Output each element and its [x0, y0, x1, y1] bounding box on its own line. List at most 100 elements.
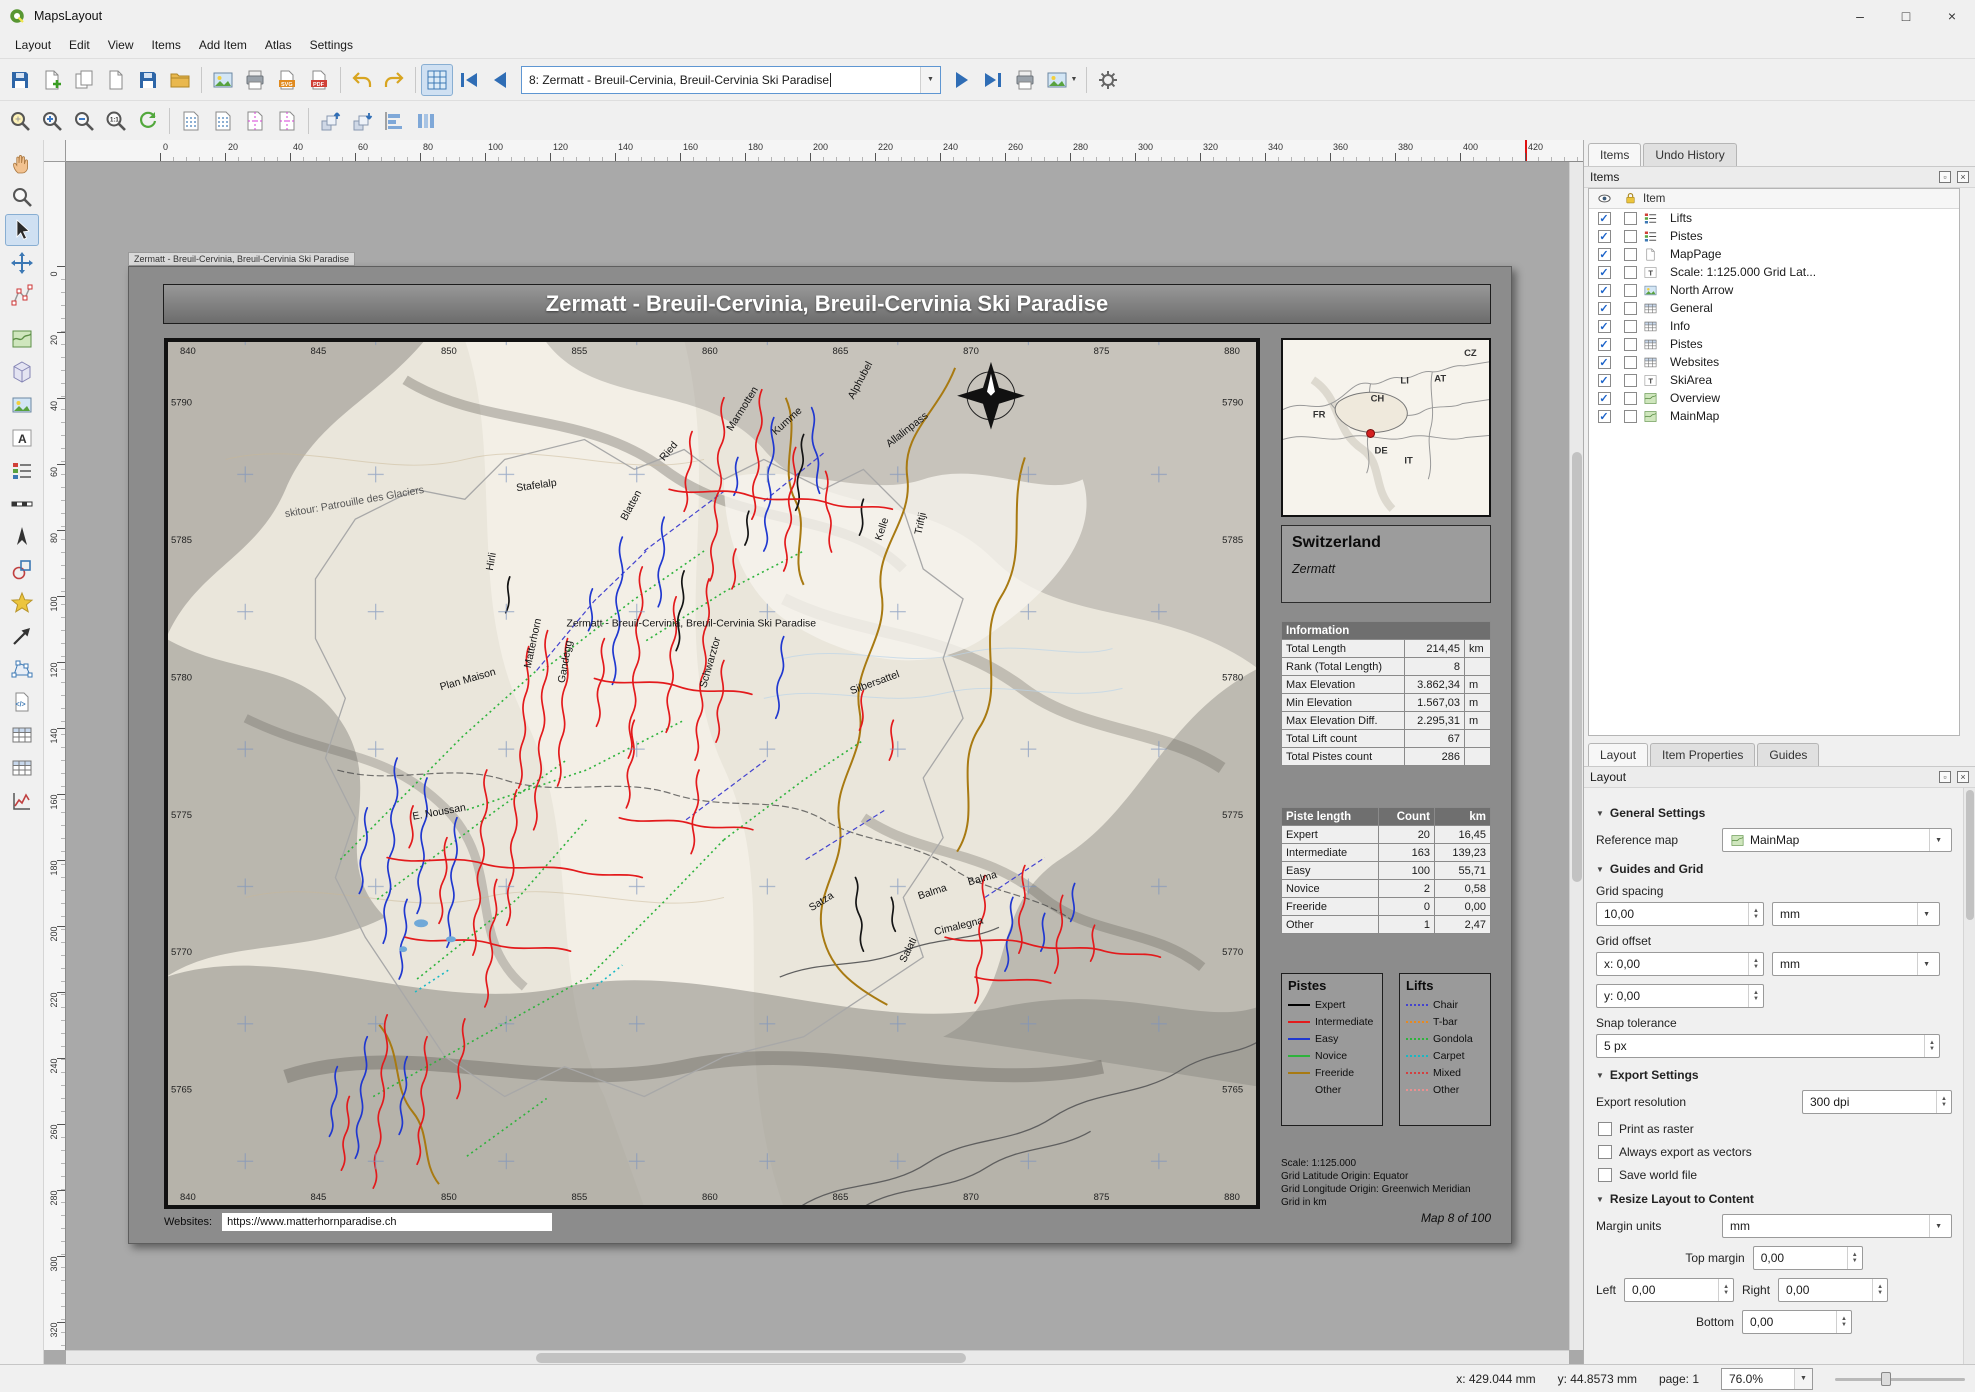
- items-row-mainmap[interactable]: MainMap: [1589, 407, 1959, 425]
- snap-tolerance-input[interactable]: 5 px▲▼: [1596, 1034, 1940, 1058]
- add-items-from-template-button[interactable]: [164, 64, 196, 96]
- pistes-legend-item[interactable]: Pistes Expert Intermediate Easy Novice F…: [1281, 973, 1383, 1126]
- menu-items[interactable]: Items: [143, 34, 190, 56]
- lock-checkbox[interactable]: [1624, 356, 1637, 369]
- lock-checkbox[interactable]: [1624, 374, 1637, 387]
- align-items-button[interactable]: [378, 105, 410, 137]
- overview-map-item[interactable]: CZFRCHLIATITDE: [1281, 338, 1491, 517]
- add-fixed-table-button[interactable]: [5, 752, 39, 784]
- zoom-actual-size-button[interactable]: [100, 105, 132, 137]
- add-node-item-button[interactable]: [5, 653, 39, 685]
- spinner-arrows-icon[interactable]: ▲▼: [1748, 903, 1759, 925]
- combo-dropdown-icon[interactable]: ▼: [1929, 829, 1947, 851]
- visibility-checkbox[interactable]: [1598, 230, 1611, 243]
- grid-spacing-input[interactable]: 10,00▲▼: [1596, 902, 1764, 926]
- visibility-checkbox[interactable]: [1598, 248, 1611, 261]
- atlas-settings-button[interactable]: [1092, 64, 1124, 96]
- lock-checkbox[interactable]: [1624, 392, 1637, 405]
- maximize-button[interactable]: □: [1883, 0, 1929, 32]
- add-attribute-table-button[interactable]: [5, 719, 39, 751]
- zoom-out-button[interactable]: [68, 105, 100, 137]
- general-settings-section[interactable]: ▼General Settings: [1596, 806, 1952, 820]
- zoom-slider[interactable]: [1835, 1368, 1965, 1390]
- layout-panel-scrollbar[interactable]: [1963, 788, 1975, 1364]
- items-row-general[interactable]: General: [1589, 299, 1959, 317]
- add-label-button[interactable]: [5, 422, 39, 454]
- right-margin-input[interactable]: 0,00▲▼: [1778, 1278, 1888, 1302]
- grid-spacing-unit-combo[interactable]: mm▼: [1772, 902, 1940, 926]
- items-row-scale-label[interactable]: Scale: 1:125.000 Grid Lat...: [1589, 263, 1959, 281]
- lock-checkbox[interactable]: [1624, 338, 1637, 351]
- map-title-item[interactable]: Zermatt - Breuil-Cervinia, Breuil-Cervin…: [163, 284, 1491, 324]
- add-scalebar-button[interactable]: [5, 488, 39, 520]
- always-export-vectors-checkbox[interactable]: [1598, 1145, 1612, 1159]
- items-row-lifts[interactable]: Lifts: [1589, 209, 1959, 227]
- layout-page[interactable]: Zermatt - Breuil-Cervinia, Breuil-Cervin…: [128, 266, 1512, 1244]
- spinner-arrows-icon[interactable]: ▲▼: [1718, 1279, 1729, 1301]
- menu-atlas[interactable]: Atlas: [256, 34, 301, 56]
- export-as-image-button[interactable]: [207, 64, 239, 96]
- visibility-checkbox[interactable]: [1598, 302, 1611, 315]
- items-row-pistes-table[interactable]: Pistes: [1589, 335, 1959, 353]
- save-world-file-checkbox[interactable]: [1598, 1168, 1612, 1182]
- close-button[interactable]: ×: [1929, 0, 1975, 32]
- items-row-websites[interactable]: Websites: [1589, 353, 1959, 371]
- add-3d-map-button[interactable]: [5, 356, 39, 388]
- zoom-level-combo[interactable]: 76.0% ▼: [1721, 1368, 1813, 1390]
- new-layout-button[interactable]: [36, 64, 68, 96]
- menu-edit[interactable]: Edit: [60, 34, 99, 56]
- menu-view[interactable]: View: [99, 34, 143, 56]
- resize-layout-section[interactable]: ▼Resize Layout to Content: [1596, 1192, 1952, 1206]
- lock-checkbox[interactable]: [1624, 320, 1637, 333]
- top-margin-input[interactable]: 0,00▲▼: [1753, 1246, 1863, 1270]
- visibility-checkbox[interactable]: [1598, 374, 1611, 387]
- visibility-checkbox[interactable]: [1598, 212, 1611, 225]
- close-panel-icon[interactable]: ×: [1957, 771, 1969, 783]
- visibility-checkbox[interactable]: [1598, 392, 1611, 405]
- add-map-button[interactable]: [5, 323, 39, 355]
- atlas-next-feature-button[interactable]: [945, 64, 977, 96]
- combo-dropdown-icon[interactable]: ▼: [1794, 1369, 1812, 1389]
- zoom-full-button[interactable]: [4, 105, 36, 137]
- combo-dropdown-icon[interactable]: ▼: [920, 67, 940, 93]
- combo-dropdown-icon[interactable]: ▼: [1929, 1215, 1947, 1237]
- visibility-checkbox[interactable]: [1598, 338, 1611, 351]
- combo-dropdown-icon[interactable]: ▼: [1917, 903, 1935, 925]
- grid-offset-unit-combo[interactable]: mm▼: [1772, 952, 1940, 976]
- canvas-vertical-scrollbar[interactable]: [1569, 162, 1583, 1350]
- bottom-margin-input[interactable]: 0,00▲▼: [1742, 1310, 1852, 1334]
- reference-map-combo[interactable]: MainMap ▼: [1722, 828, 1952, 852]
- duplicate-layout-button[interactable]: [68, 64, 100, 96]
- layout-canvas[interactable]: Zermatt - Breuil-Cervinia, Breuil-Cervin…: [66, 162, 1569, 1350]
- scrollbar-thumb[interactable]: [1572, 452, 1582, 882]
- scrollbar-thumb[interactable]: [536, 1353, 966, 1363]
- export-resolution-input[interactable]: 300 dpi▲▼: [1802, 1090, 1952, 1114]
- menu-add-item[interactable]: Add Item: [190, 34, 256, 56]
- lock-checkbox[interactable]: [1624, 284, 1637, 297]
- main-map-item[interactable]: 8408408458458508508558558608608658658708…: [164, 338, 1260, 1209]
- visibility-checkbox[interactable]: [1598, 410, 1611, 423]
- spinner-arrows-icon[interactable]: ▲▼: [1924, 1035, 1935, 1057]
- add-legend-button[interactable]: [5, 455, 39, 487]
- distribute-items-button[interactable]: [410, 105, 442, 137]
- export-as-pdf-button[interactable]: [303, 64, 335, 96]
- spinner-arrows-icon[interactable]: ▲▼: [1836, 1311, 1847, 1333]
- layout-manager-button[interactable]: [100, 64, 132, 96]
- export-atlas-button[interactable]: ▼: [1041, 64, 1081, 96]
- atlas-feature-combo[interactable]: 8: Zermatt - Breuil-Cervinia, Breuil-Cer…: [521, 66, 941, 94]
- edit-nodes-tool-button[interactable]: [5, 280, 39, 312]
- visibility-checkbox[interactable]: [1598, 284, 1611, 297]
- spinner-arrows-icon[interactable]: ▲▼: [1847, 1247, 1858, 1269]
- export-settings-section[interactable]: ▼Export Settings: [1596, 1068, 1952, 1082]
- save-as-template-button[interactable]: [132, 64, 164, 96]
- minimize-button[interactable]: –: [1837, 0, 1883, 32]
- margin-units-combo[interactable]: mm▼: [1722, 1214, 1952, 1238]
- add-arrow-button[interactable]: [5, 620, 39, 652]
- lock-checkbox[interactable]: [1624, 248, 1637, 261]
- tab-item-properties[interactable]: Item Properties: [1650, 743, 1755, 766]
- print-atlas-button[interactable]: [1009, 64, 1041, 96]
- grid-offset-x-input[interactable]: x: 0,00▲▼: [1596, 952, 1764, 976]
- spinner-arrows-icon[interactable]: ▲▼: [1872, 1279, 1883, 1301]
- zoom-tool-button[interactable]: [5, 181, 39, 213]
- items-row-skiarea[interactable]: SkiArea: [1589, 371, 1959, 389]
